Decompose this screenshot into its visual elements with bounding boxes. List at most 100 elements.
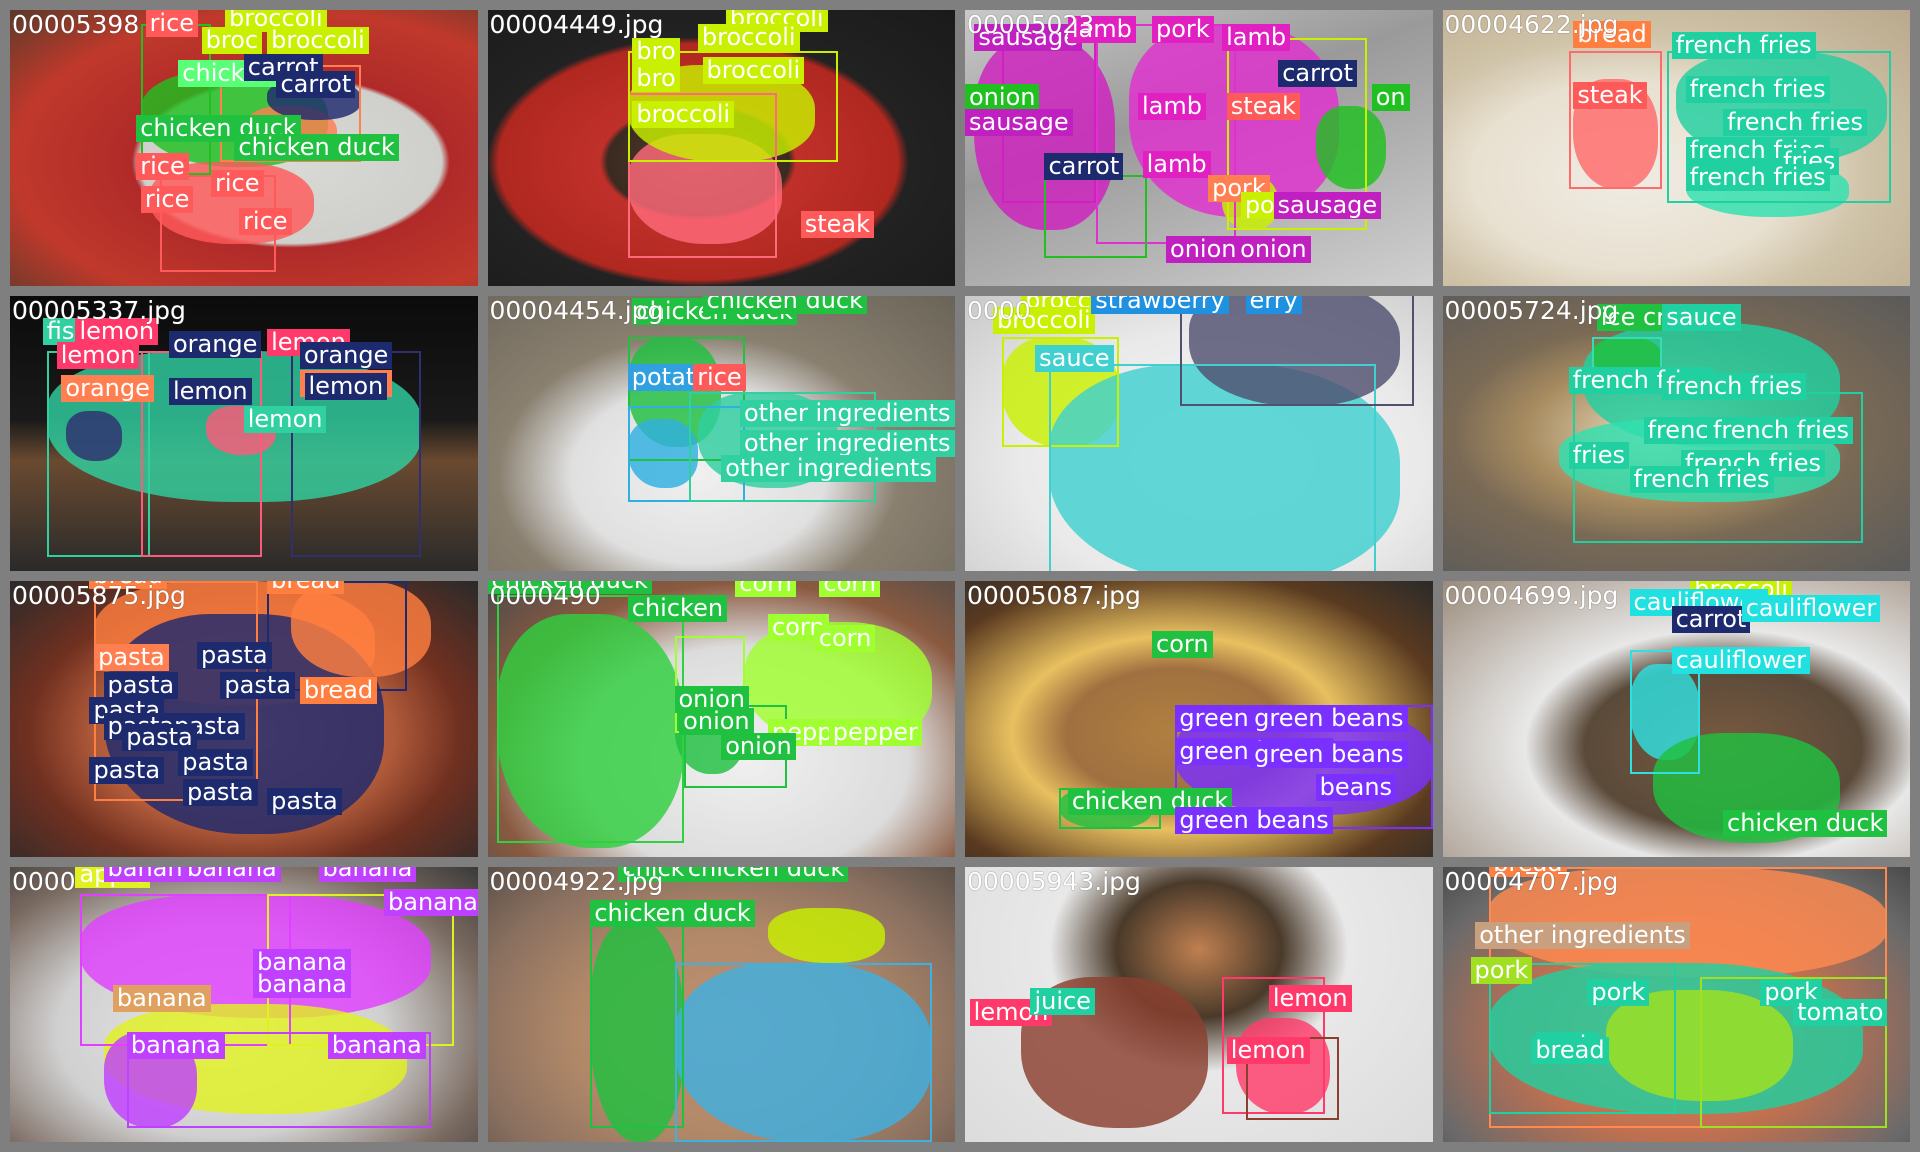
class-label: other ingredients — [739, 400, 955, 428]
class-label: french fries — [1723, 109, 1868, 137]
class-label: fries — [1568, 441, 1629, 469]
image-tile: 00005337.jpgfishlemonlemonorangelemonora… — [10, 295, 478, 571]
class-label: french fries — [1671, 32, 1816, 60]
class-label: pasta — [197, 641, 272, 669]
class-label: banana — [318, 866, 417, 883]
class-label: french fries — [1662, 372, 1807, 400]
filename-label: 00005724.jpg — [1444, 295, 1619, 325]
bounding-box — [496, 594, 684, 843]
class-label: bro — [632, 37, 680, 65]
class-label: lamb — [1222, 23, 1291, 51]
image-tile: 00005724.jpg ice cream sauce french fries fr… — [1442, 295, 1910, 571]
class-label: banana — [384, 888, 478, 916]
image-tile: 00005023 sausage lamb pork lamb onion carrot on… — [965, 10, 1433, 286]
class-label: strawberry — [1091, 295, 1229, 315]
class-label: sauce — [1035, 345, 1114, 373]
filename-label: 00004707.jpg — [1444, 866, 1619, 896]
bounding-box — [590, 921, 684, 1129]
filename-label: 00004622.jpg — [1444, 10, 1619, 39]
class-label: pasta — [182, 779, 258, 807]
class-label: onion — [1166, 235, 1241, 263]
image-tile: 00004622.jpg bread french fries steak french… — [1442, 10, 1910, 286]
class-label: french fries — [1685, 76, 1830, 104]
class-label: lemon — [1226, 1037, 1310, 1065]
filename-label: 00004454.jpg — [489, 295, 664, 325]
class-label: pepper — [828, 718, 922, 746]
filename-label: 00005087.jpg — [967, 581, 1141, 610]
class-label: onion — [679, 707, 754, 735]
class-label: carrot — [1278, 59, 1357, 87]
class-label: cauliflower — [1671, 647, 1811, 675]
detection-mosaic: 00005398 rice broccoli broc broccoli chicken c… — [0, 0, 1920, 1152]
class-label: green beans — [1250, 704, 1408, 732]
class-label: beans — [1315, 773, 1397, 801]
class-label: steak — [800, 211, 875, 239]
class-label: lemon — [1268, 984, 1352, 1012]
class-label: steak — [1573, 81, 1647, 109]
image-tile: 00005943.jpg lemon juice lemon lemon — [965, 866, 1433, 1142]
class-label: bro — [632, 65, 680, 93]
class-label: rice — [211, 169, 264, 197]
class-label: banana — [253, 971, 351, 999]
class-label: lamb — [1142, 150, 1211, 178]
class-label: pasta — [220, 671, 295, 699]
class-label: chicken duck — [702, 295, 868, 315]
class-label: cauliflower — [1741, 594, 1881, 622]
class-label: banana — [327, 1031, 426, 1059]
filename-label: 00005337.jpg — [12, 295, 186, 325]
bounding-box — [674, 962, 932, 1142]
class-label: onion — [1236, 235, 1311, 263]
class-label: green beans — [1175, 806, 1333, 834]
class-label: broccoli — [632, 100, 735, 128]
class-label: broc — [201, 26, 263, 54]
filename-label: 00004449.jpg — [489, 10, 664, 39]
class-label: lamb — [1137, 92, 1206, 120]
image-tile: 0000490chicken duckchickencorncorncornco… — [487, 581, 955, 857]
class-label: onion — [721, 732, 796, 760]
filename-label: 00004922.jpg — [489, 866, 664, 896]
class-label: french fries — [1708, 416, 1854, 444]
class-label: pork — [1470, 957, 1533, 985]
class-label: other ingredients — [721, 455, 936, 483]
class-label: tomato — [1793, 998, 1888, 1026]
bounding-box — [1568, 51, 1663, 190]
class-label: green beans — [1250, 740, 1408, 768]
filename-label: 00005398 — [12, 10, 140, 39]
class-label: sausage — [1273, 191, 1382, 219]
class-label: pasta — [89, 757, 165, 785]
class-label: broccoli — [697, 23, 800, 51]
class-label: steak — [1226, 92, 1301, 120]
class-label: bread — [267, 581, 345, 595]
class-label: lemon — [168, 378, 252, 406]
class-label: chicken duck — [1723, 809, 1888, 837]
class-label: lemon — [56, 342, 140, 370]
class-label: pork — [1587, 979, 1650, 1007]
class-label: banana — [182, 866, 281, 883]
class-label: rice — [239, 208, 292, 236]
class-label: broccoli — [702, 56, 805, 84]
class-label: rice — [145, 10, 199, 37]
class-label: chicken duck — [590, 899, 755, 927]
image-tile: 00005087.jpg corn green beans green beans gr… — [965, 581, 1433, 857]
class-label: corn — [1152, 630, 1213, 658]
class-label: orange — [61, 375, 154, 403]
filename-label: 0000490 — [489, 581, 601, 610]
class-label: broccoli — [267, 26, 369, 54]
class-label: bread — [1531, 1037, 1609, 1065]
bounding-box — [1044, 175, 1148, 258]
class-label: corn — [735, 581, 796, 597]
class-label: french fries — [1685, 164, 1830, 192]
filename-label: 0000 — [967, 295, 1031, 325]
class-label: on — [1371, 84, 1410, 112]
image-tile: 00004922.jpgchicken duckchicken duckchic… — [487, 866, 955, 1142]
image-tile: 00004707.jpg bread other ingredients pork po… — [1442, 866, 1910, 1142]
class-label: banana — [112, 984, 211, 1012]
class-label: pasta — [178, 749, 253, 777]
image-tile: 00005875.jpgbreadbreadpastapastapastapas… — [10, 581, 478, 857]
class-label: orange — [299, 342, 393, 370]
image-tile: 00004449.jpg broccoli bro broccoli bro brocco… — [487, 10, 955, 286]
class-label: carrot — [1671, 605, 1751, 633]
class-label: corn — [814, 625, 876, 653]
class-label: french fries — [1629, 466, 1774, 494]
class-label: banana — [126, 1031, 225, 1059]
